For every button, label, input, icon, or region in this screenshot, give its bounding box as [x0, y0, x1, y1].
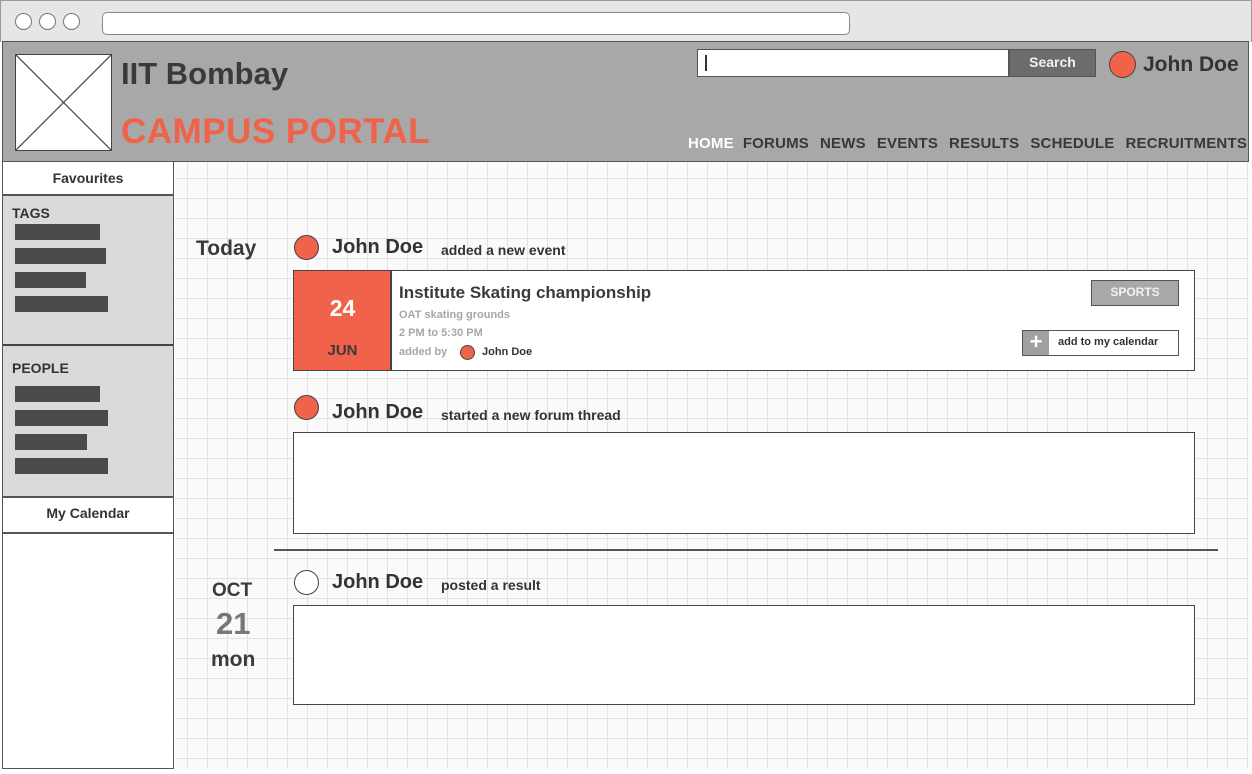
divider: [3, 532, 173, 534]
main-nav: HOME FORUMS NEWS EVENTS RESULTS SCHEDULE…: [688, 135, 1252, 152]
sidebar-my-calendar[interactable]: My Calendar: [3, 505, 173, 521]
user-avatar[interactable]: [1109, 51, 1136, 78]
text-caret: [705, 55, 707, 71]
tag-item-placeholder[interactable]: [15, 224, 100, 240]
site-header: IIT Bombay CAMPUS PORTAL Search John Doe…: [2, 41, 1249, 162]
person-item-placeholder[interactable]: [15, 386, 100, 402]
event-location: OAT skating grounds: [399, 309, 511, 321]
event-card[interactable]: 24 JUN Institute Skating championship OA…: [293, 270, 1195, 371]
plus-icon: +: [1023, 331, 1049, 355]
nav-results[interactable]: RESULTS: [949, 135, 1019, 152]
window-minimize-dot[interactable]: [39, 13, 56, 30]
activity-text: added a new event: [441, 242, 566, 258]
date-group-day: 21: [216, 606, 251, 641]
search-button[interactable]: Search: [1009, 49, 1096, 77]
tag-item-placeholder[interactable]: [15, 248, 106, 264]
today-label: Today: [196, 237, 257, 260]
forum-thread-card[interactable]: [293, 432, 1195, 534]
event-date-badge: 24 JUN: [294, 271, 391, 370]
result-card[interactable]: [293, 605, 1195, 705]
event-title[interactable]: Institute Skating championship: [399, 283, 651, 303]
image-placeholder-icon: [16, 55, 111, 150]
brand-name: IIT Bombay: [121, 56, 289, 91]
activity-text: started a new forum thread: [441, 407, 621, 423]
browser-chrome: [0, 0, 1252, 42]
search-input[interactable]: [697, 49, 1009, 77]
people-label: PEOPLE: [12, 360, 69, 376]
tag-item-placeholder[interactable]: [15, 296, 108, 312]
user-name[interactable]: John Doe: [1143, 53, 1239, 77]
user-avatar[interactable]: [294, 395, 319, 420]
tag-item-placeholder[interactable]: [15, 272, 86, 288]
window-maximize-dot[interactable]: [63, 13, 80, 30]
window-close-dot[interactable]: [15, 13, 32, 30]
add-to-calendar-label: add to my calendar: [1058, 336, 1159, 348]
portal-title: CAMPUS PORTAL: [121, 112, 431, 151]
sidebar: Favourites TAGS PEOPLE My Calendar: [2, 162, 174, 769]
nav-schedule[interactable]: SCHEDULE: [1030, 135, 1114, 152]
date-group-month: OCT: [212, 580, 253, 601]
nav-news[interactable]: NEWS: [820, 135, 866, 152]
tags-label: TAGS: [12, 205, 50, 221]
logo-placeholder-image: [15, 54, 112, 151]
person-item-placeholder[interactable]: [15, 410, 108, 426]
person-item-placeholder[interactable]: [15, 434, 87, 450]
user-avatar[interactable]: [294, 570, 319, 595]
date-group-divider: [274, 549, 1218, 551]
event-day: 24: [329, 295, 356, 321]
event-month: JUN: [327, 342, 358, 359]
people-section: PEOPLE: [3, 346, 173, 496]
date-group-weekday: mon: [211, 648, 256, 671]
divider: [390, 271, 392, 370]
activity-user-name[interactable]: John Doe: [332, 401, 423, 424]
activity-user-name[interactable]: John Doe: [332, 571, 423, 594]
person-item-placeholder[interactable]: [15, 458, 108, 474]
nav-recruitments[interactable]: RECRUITMENTS: [1125, 135, 1247, 152]
sidebar-favourites[interactable]: Favourites: [3, 170, 173, 186]
tags-section: TAGS: [3, 196, 173, 344]
nav-forums[interactable]: FORUMS: [743, 135, 809, 152]
event-tag-sports[interactable]: SPORTS: [1091, 280, 1179, 306]
user-avatar[interactable]: [294, 235, 319, 260]
nav-events[interactable]: EVENTS: [877, 135, 938, 152]
event-time: 2 PM to 5:30 PM: [399, 327, 483, 339]
activity-user-name[interactable]: John Doe: [332, 236, 423, 259]
divider: [3, 496, 173, 498]
added-by-avatar: [460, 345, 475, 360]
address-bar[interactable]: [102, 12, 850, 35]
nav-home[interactable]: HOME: [688, 135, 734, 152]
event-added-by-name[interactable]: John Doe: [482, 346, 532, 358]
activity-text: posted a result: [441, 577, 541, 593]
add-to-calendar-button[interactable]: + add to my calendar: [1022, 330, 1179, 356]
event-added-by-label: added by: [399, 346, 448, 358]
